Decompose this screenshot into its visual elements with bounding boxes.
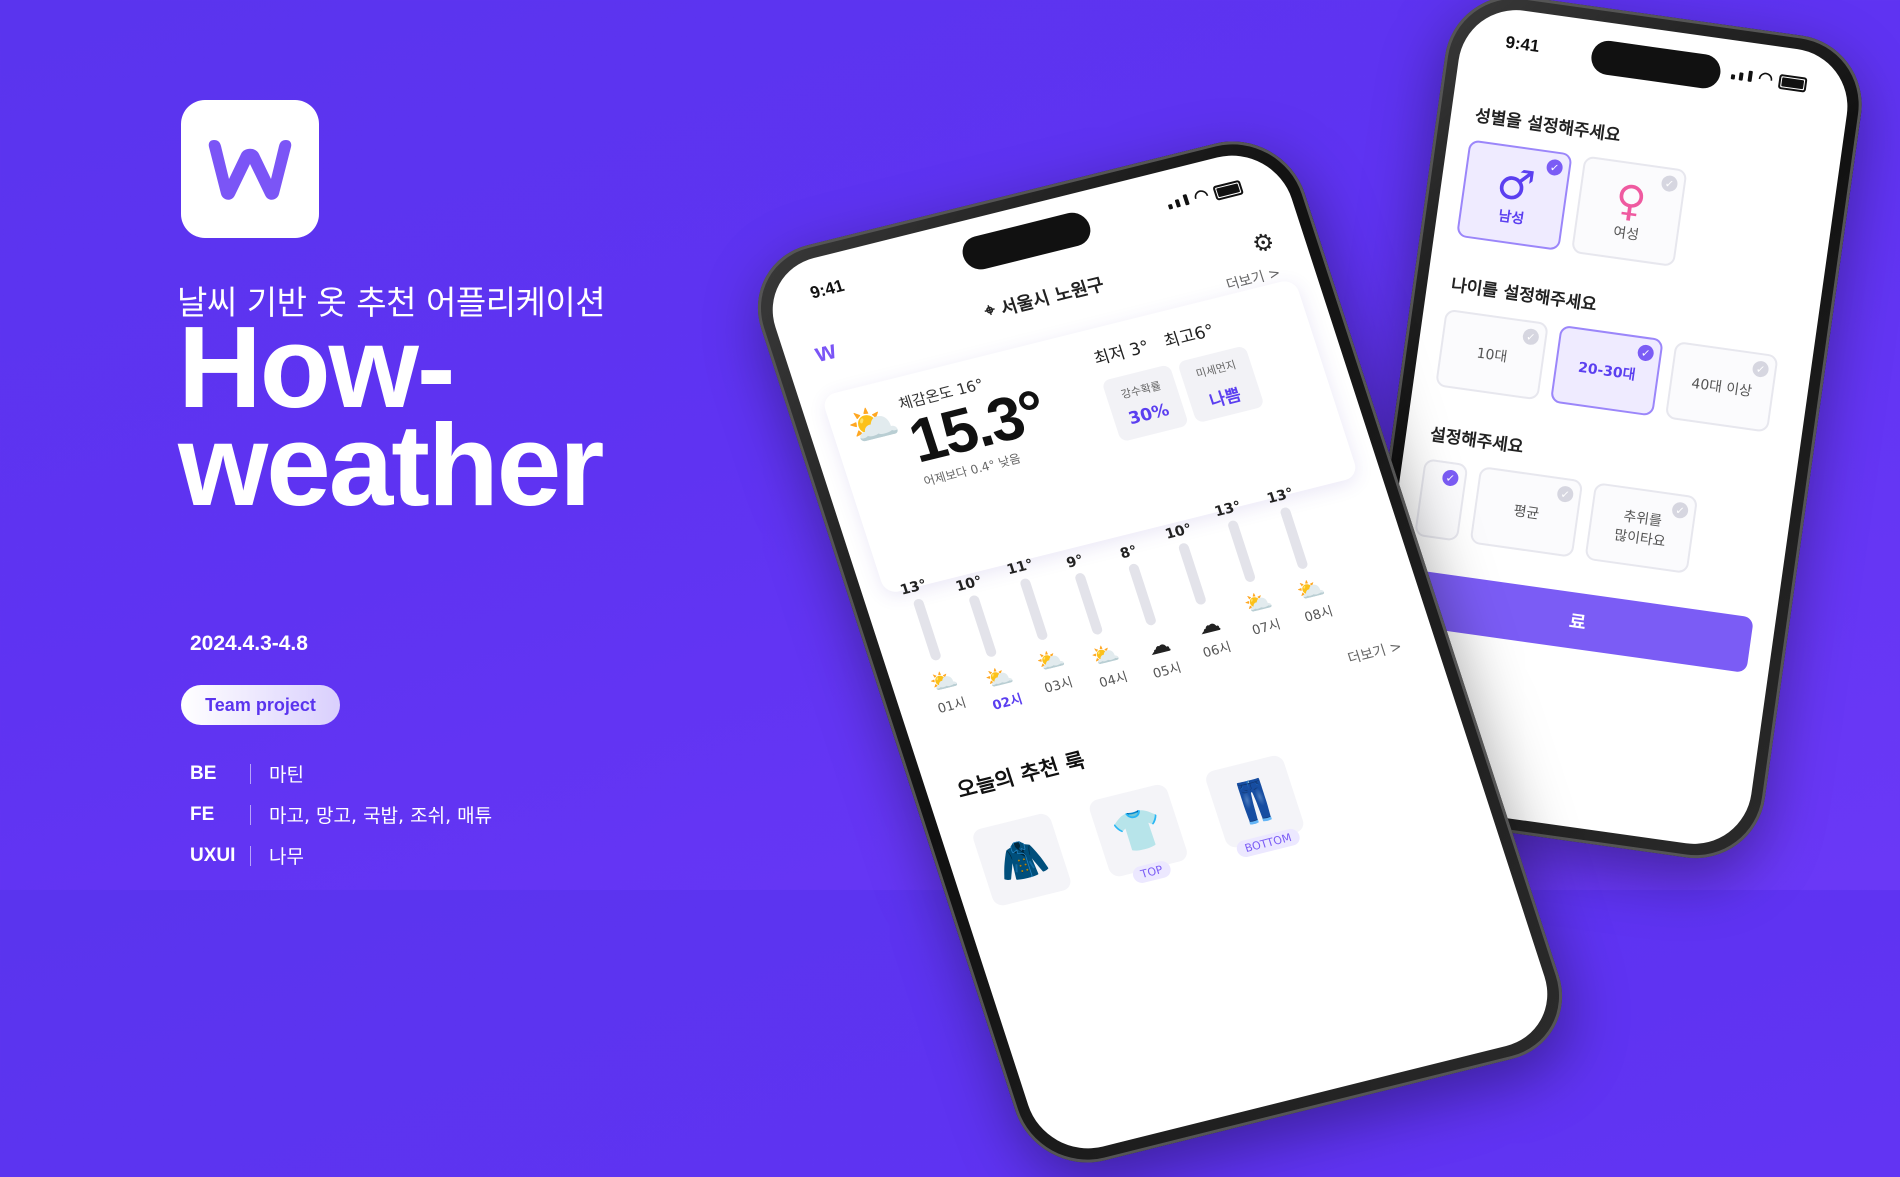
battery-icon — [1212, 179, 1244, 201]
dust-label: 미세먼지 — [1194, 357, 1238, 381]
check-icon: ✓ — [1636, 343, 1655, 362]
item-tag: BOTTOM — [1234, 827, 1302, 859]
option-label: 40대 이상 — [1690, 375, 1753, 401]
divider — [250, 804, 251, 825]
hour-temp: 9° — [1064, 552, 1086, 572]
outfit-item-top[interactable]: 👕 TOP — [1087, 782, 1190, 885]
check-icon: ✓ — [1671, 501, 1690, 520]
app-logo — [181, 100, 319, 238]
male-icon: ♂ — [1493, 157, 1538, 212]
option-label: 10대 — [1475, 345, 1509, 366]
location-pin-icon: ⌖ — [981, 299, 998, 322]
hour-temp: 10° — [1163, 521, 1194, 543]
status-icons: ◠ — [1730, 64, 1808, 94]
hero-title: How- weather — [178, 309, 604, 530]
check-icon: ✓ — [1751, 360, 1770, 379]
wifi-icon: ◠ — [1191, 185, 1212, 207]
project-date: 2024.4.3-4.8 — [190, 632, 308, 655]
team-names: 마고, 망고, 국밥, 조쉬, 매튜 — [269, 805, 493, 827]
precip-chip: 강수확률 30% — [1101, 364, 1190, 443]
team-role: BE — [190, 762, 217, 784]
check-icon: ✓ — [1556, 485, 1575, 504]
team-row-fe: FE 마고, 망고, 국밥, 조쉬, 매튜 — [190, 794, 492, 835]
age-option-10s[interactable]: ✓ 10대 — [1435, 308, 1549, 401]
signal-icon — [1164, 190, 1191, 214]
status-time: 9:41 — [1504, 32, 1541, 57]
settings-content: 성별을 설정해주세요 ✓ ♂ 남성 ✓ ♀ 여성 나이를 설정해주세요 ✓ 10… — [1401, 101, 1820, 674]
item-tag: TOP — [1130, 859, 1173, 885]
status-time: 9:41 — [807, 276, 847, 303]
hour-temp: 11° — [1004, 556, 1036, 579]
option-label: 남성 — [1497, 208, 1526, 228]
outfit-items: 🧥 👕 TOP 👖 BOTTOM — [970, 717, 1454, 908]
temp-rail — [1019, 577, 1049, 641]
option-label: 여성 — [1612, 224, 1640, 244]
temp-rail — [912, 597, 942, 662]
temp-rail — [1226, 519, 1257, 583]
gear-icon[interactable]: ⚙ — [1248, 226, 1278, 258]
precip-value: 30% — [1126, 400, 1172, 430]
divider — [250, 763, 251, 784]
temp-rail — [1279, 506, 1309, 570]
wifi-icon: ◠ — [1756, 68, 1775, 89]
jeans-icon: 👖 — [1223, 774, 1287, 830]
cold-option-average[interactable]: ✓ 평균 — [1469, 466, 1584, 558]
dust-chip: 미세먼지 나쁨 — [1177, 345, 1265, 424]
recommend-more-link[interactable]: 더보기 > — [1345, 636, 1404, 668]
tshirt-icon: 👕 — [1107, 803, 1170, 859]
hour-temp: 10° — [953, 573, 985, 596]
max-temp: 최고6° — [1161, 320, 1217, 353]
temp-rail — [1127, 562, 1158, 627]
min-temp: 최저 3° — [1091, 337, 1152, 370]
age-option-20-30s[interactable]: ✓ 20-30대 — [1549, 324, 1664, 417]
team-row-be: BE 마틴 — [190, 753, 492, 794]
cold-option-sensitive[interactable]: ✓ 추위를 많이타요 — [1584, 482, 1699, 574]
status-icons: ◠ — [1164, 177, 1244, 215]
outfit-item-jacket[interactable]: 🧥 — [970, 811, 1074, 908]
check-icon: ✓ — [1441, 468, 1460, 488]
age-option-40plus[interactable]: ✓ 40대 이상 — [1664, 340, 1779, 433]
dust-value: 나쁨 — [1207, 384, 1244, 412]
precip-label: 강수확률 — [1119, 379, 1163, 402]
partly-cloudy-icon: ⛅ — [841, 396, 905, 453]
gender-option-female[interactable]: ✓ ♀ 여성 — [1570, 155, 1688, 268]
cold-option-selected[interactable]: ✓ — [1414, 458, 1469, 542]
option-label: 평균 — [1512, 503, 1541, 523]
team-list: BE 마틴 FE 마고, 망고, 국밥, 조쉬, 매튜 UXUI 나무 — [190, 753, 492, 876]
divider — [250, 845, 251, 866]
temp-rail — [967, 594, 998, 658]
temp-rail — [1073, 572, 1104, 636]
location-label: 서울시 노원구 — [997, 273, 1107, 320]
hero-title-line2: weather — [178, 400, 604, 530]
option-label: 20-30대 — [1577, 359, 1637, 384]
female-icon: ♀ — [1612, 174, 1650, 228]
team-names: 마틴 — [269, 764, 304, 786]
team-role: FE — [190, 803, 215, 825]
w-logo-icon — [208, 140, 292, 200]
jacket-icon: 🧥 — [990, 832, 1054, 889]
team-row-uxui: UXUI 나무 — [190, 835, 492, 876]
hour-temp: 8° — [1118, 542, 1140, 563]
check-icon: ✓ — [1545, 158, 1564, 177]
team-project-badge: Team project — [181, 685, 340, 725]
app-small-logo-icon[interactable]: w — [811, 334, 840, 368]
location-selector[interactable]: ⌖ 서울시 노원구 — [981, 270, 1107, 324]
signal-icon — [1730, 64, 1754, 87]
option-label: 추위를 많이타요 — [1613, 508, 1667, 551]
temp-rail — [1177, 542, 1208, 606]
gender-option-male[interactable]: ✓ ♂ 남성 — [1456, 139, 1573, 251]
team-names: 나무 — [269, 846, 304, 868]
outfit-item-bottom[interactable]: 👖 BOTTOM — [1203, 753, 1306, 859]
check-icon: ✓ — [1521, 327, 1540, 346]
battery-icon — [1777, 73, 1808, 93]
team-role: UXUI — [190, 844, 236, 866]
check-icon: ✓ — [1660, 174, 1679, 193]
